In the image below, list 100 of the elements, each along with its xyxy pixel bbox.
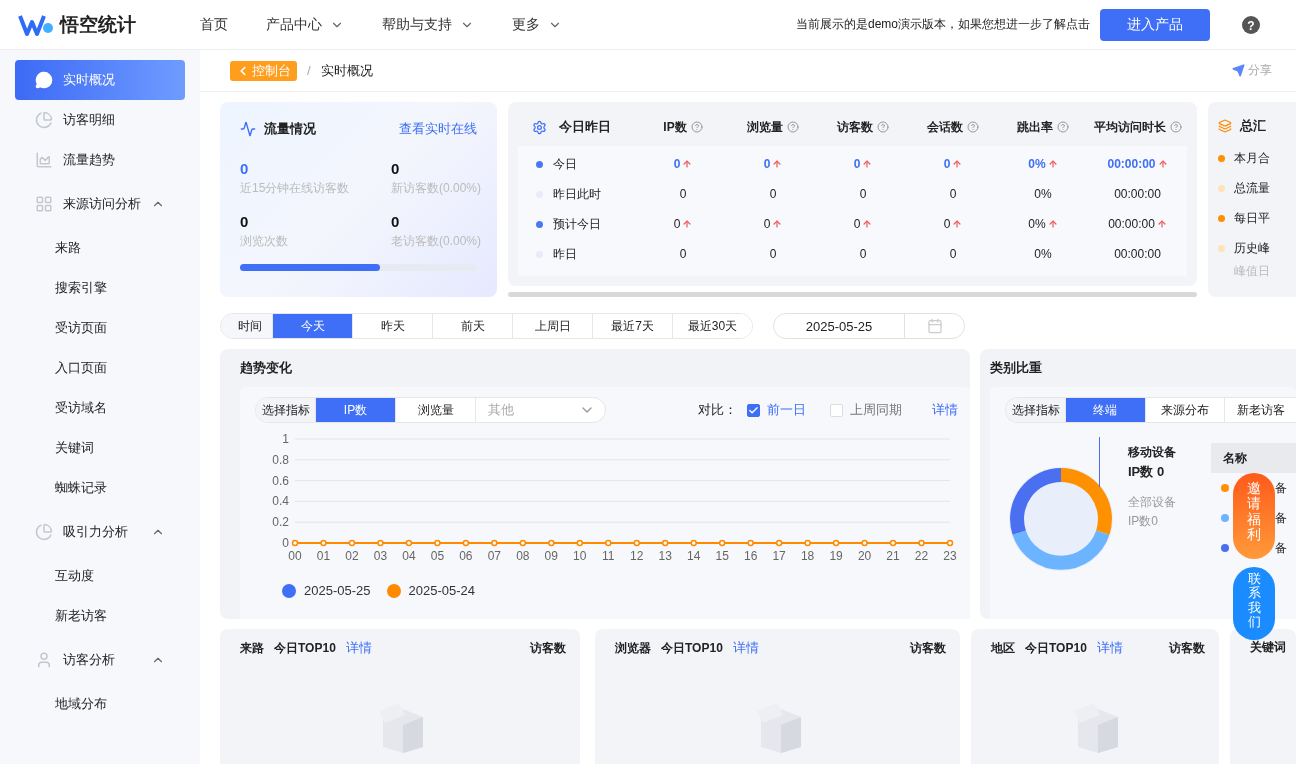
column-header: 访客数 bbox=[1169, 639, 1205, 657]
table-cell: 00:00:00 bbox=[1108, 217, 1155, 231]
summary-label: 历史峰 bbox=[1234, 239, 1270, 257]
x-axis-label: 12 bbox=[630, 549, 644, 563]
table-cell: 0 bbox=[853, 157, 861, 171]
sidebar-label: 来路 bbox=[55, 239, 81, 257]
table-cell: 00:00:00 bbox=[1114, 247, 1161, 261]
card-subtitle: 今日TOP10 bbox=[1025, 639, 1087, 657]
sidebar-label: 受访页面 bbox=[55, 319, 107, 337]
stat-value: 0 bbox=[240, 213, 250, 230]
table-cell: 0% bbox=[1028, 157, 1046, 171]
x-axis-label: 10 bbox=[573, 549, 587, 563]
y-axis-label: 0 bbox=[282, 536, 289, 550]
stat-value: 0 bbox=[391, 160, 401, 177]
table-cell: 0 bbox=[763, 157, 771, 171]
metric-label: 选择指标 bbox=[1006, 398, 1065, 422]
x-axis-label: 15 bbox=[715, 549, 729, 563]
table-cell: 0 bbox=[769, 187, 777, 201]
sidebar-label: 流量趋势 bbox=[63, 151, 115, 169]
table-cell: 0 bbox=[949, 187, 957, 201]
x-axis-label: 13 bbox=[658, 549, 672, 563]
x-axis-label: 03 bbox=[373, 549, 388, 563]
column-header: IP数 bbox=[663, 118, 687, 136]
table-cell: 0 bbox=[679, 247, 687, 261]
legend-label: 2025-05-24 bbox=[408, 583, 475, 598]
sidebar-label: 搜索引擎 bbox=[55, 279, 107, 297]
table-cell: 00:00:00 bbox=[1107, 157, 1156, 171]
table-cell: 0 bbox=[853, 217, 861, 231]
sidebar-label: 受访域名 bbox=[55, 399, 107, 417]
x-axis-label: 01 bbox=[316, 549, 331, 563]
callout-name: 移动设备 bbox=[1128, 444, 1176, 461]
y-axis-label: 0.8 bbox=[272, 452, 289, 467]
demo-notice: 当前展示的是demo演示版本，如果您想进一步了解点击 bbox=[795, 16, 1090, 33]
x-axis-label: 17 bbox=[772, 549, 786, 563]
x-axis-label: 14 bbox=[687, 549, 701, 563]
sidebar-label: 地域分布 bbox=[55, 695, 107, 713]
x-axis-label: 19 bbox=[829, 549, 843, 563]
legend-label: 2025-05-25 bbox=[304, 583, 371, 598]
x-axis-label: 00 bbox=[288, 549, 302, 563]
logo-text: 悟空统计 bbox=[60, 12, 136, 37]
x-axis-label: 06 bbox=[459, 549, 473, 563]
card-subtitle: 今日TOP10 bbox=[661, 639, 723, 657]
sidebar-label: 吸引力分析 bbox=[63, 523, 128, 541]
x-axis-label: 07 bbox=[487, 549, 502, 563]
x-axis-label: 22 bbox=[914, 549, 929, 563]
sidebar-label: 实时概况 bbox=[63, 71, 115, 89]
table-cell: 0 bbox=[943, 157, 951, 171]
table-cell: 0 bbox=[949, 247, 957, 261]
sidebar-label: 入口页面 bbox=[55, 359, 107, 377]
card-title: 今日昨日 bbox=[559, 118, 611, 136]
card-title: 来路 bbox=[240, 639, 264, 657]
summary-label: 本月合 bbox=[1234, 149, 1270, 167]
y-axis-label: 0.6 bbox=[272, 473, 289, 488]
sidebar-label: 蜘蛛记录 bbox=[55, 479, 107, 497]
table-cell: 0 bbox=[769, 247, 777, 261]
column-header: 跳出率 bbox=[1017, 118, 1053, 136]
summary-label: 每日平 bbox=[1234, 209, 1270, 227]
y-axis-label: 0.2 bbox=[272, 515, 289, 530]
table-cell: 0 bbox=[673, 157, 681, 171]
stat-label: 老访客数(0.00%) bbox=[391, 233, 482, 250]
table-cell: 0% bbox=[1034, 187, 1052, 201]
column-header: 平均访问时长 bbox=[1093, 118, 1166, 136]
row-label: 昨日 bbox=[553, 245, 577, 263]
sidebar-label: 来源访问分析 bbox=[63, 195, 141, 213]
sidebar-label: 访客分析 bbox=[63, 651, 115, 669]
row-label: 预计今日 bbox=[553, 215, 601, 233]
panel-title: 类别比重 bbox=[990, 359, 1043, 377]
stat-label: 近15分钟在线访客数 bbox=[240, 180, 351, 197]
card-title: 地区 bbox=[991, 639, 1015, 657]
table-cell: 0 bbox=[679, 187, 687, 201]
sidebar-label: 互动度 bbox=[55, 567, 94, 585]
x-axis-label: 08 bbox=[516, 549, 530, 563]
x-axis-label: 20 bbox=[857, 549, 872, 563]
x-axis-label: 04 bbox=[402, 549, 416, 563]
table-cell: 0% bbox=[1034, 247, 1052, 261]
compare-label: 对比： bbox=[698, 401, 737, 419]
card-title: 流量情况 bbox=[264, 120, 316, 138]
filter-label: 时间 bbox=[221, 314, 272, 338]
x-axis-label: 05 bbox=[430, 549, 445, 563]
card-title: 总汇 bbox=[1240, 117, 1266, 135]
row-label: 昨日此时 bbox=[553, 185, 601, 203]
table-cell: 0% bbox=[1028, 217, 1046, 231]
x-axis-label: 02 bbox=[345, 549, 359, 563]
panel-title: 趋势变化 bbox=[240, 359, 293, 377]
summary-note: 峰值日 bbox=[1234, 264, 1270, 278]
table-cell: 0 bbox=[859, 187, 867, 201]
table-cell: 0 bbox=[859, 247, 867, 261]
x-axis-label: 23 bbox=[943, 549, 957, 563]
x-axis-label: 09 bbox=[544, 549, 558, 563]
table-cell: 0 bbox=[763, 217, 771, 231]
x-axis-label: 11 bbox=[602, 549, 615, 563]
table-cell: 备 bbox=[1275, 479, 1287, 497]
table-cell: 00:00:00 bbox=[1114, 187, 1161, 201]
metric-label: 选择指标 bbox=[256, 398, 315, 422]
x-axis-label: 21 bbox=[886, 549, 900, 563]
table-cell: 备 bbox=[1275, 509, 1287, 527]
column-header: 名称 bbox=[1211, 443, 1296, 473]
column-header: 会话数 bbox=[927, 118, 963, 136]
table-cell: 备 bbox=[1275, 539, 1287, 557]
y-axis-label: 1 bbox=[282, 432, 289, 446]
